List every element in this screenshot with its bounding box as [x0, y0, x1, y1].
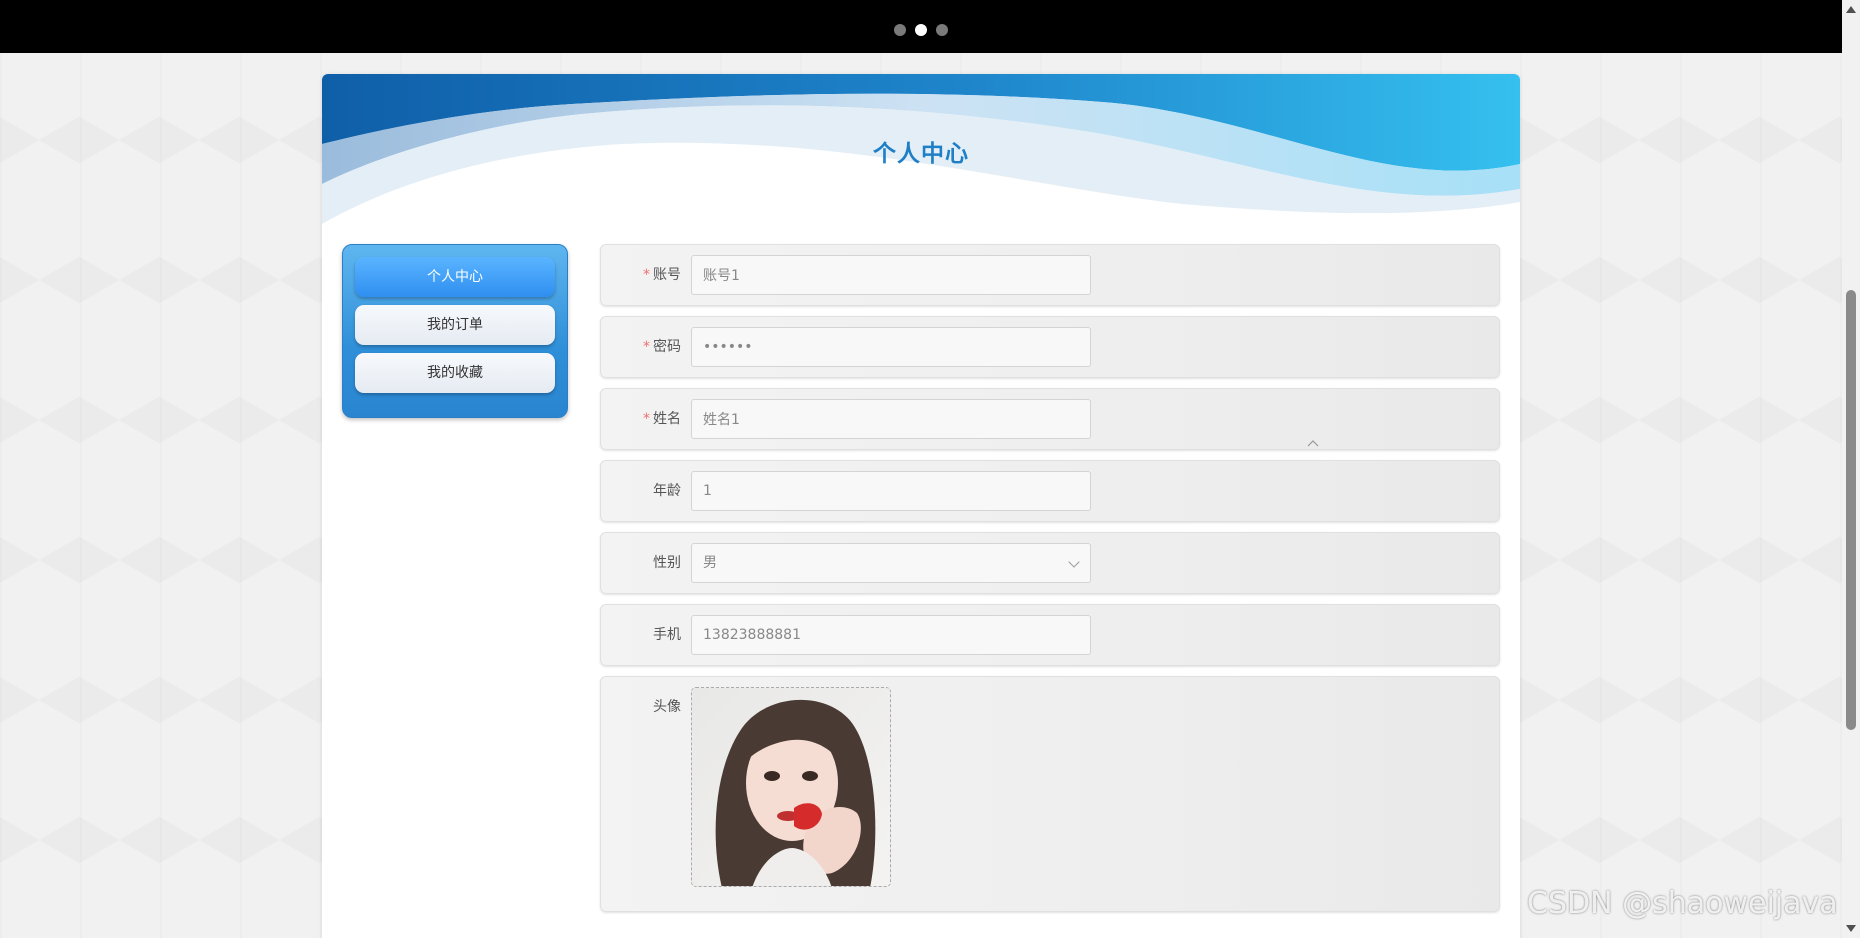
password-input[interactable]	[691, 327, 1091, 367]
gender-select-value: 男	[703, 555, 717, 571]
gender-select[interactable]: 男	[691, 543, 1091, 583]
name-input[interactable]	[691, 399, 1091, 439]
side-menu: 个人中心 我的订单 我的收藏	[342, 244, 568, 418]
required-mark: *	[643, 411, 650, 427]
carousel-dot-3[interactable]	[936, 24, 948, 36]
name-label: * 姓名	[643, 411, 681, 427]
password-label: * 密码	[643, 339, 681, 355]
carousel-dot-1[interactable]	[894, 24, 906, 36]
page-scrollbar[interactable]	[1842, 0, 1860, 938]
avatar-upload[interactable]	[691, 687, 891, 887]
page-title: 个人中心	[873, 141, 969, 167]
scrollbar-thumb[interactable]	[1846, 290, 1856, 730]
watermark-text: CSDN @shaoweijava	[1527, 886, 1838, 921]
required-mark: *	[643, 339, 650, 355]
scroll-up-arrow-icon[interactable]	[1846, 6, 1856, 13]
chevron-down-icon	[1068, 556, 1080, 568]
profile-form: *账号 *密码 *姓名 年龄 性别 男 手机 头像	[600, 244, 1500, 922]
form-row-phone: 手机	[600, 604, 1500, 666]
menu-item-profile[interactable]: 个人中心	[355, 257, 555, 297]
carousel-dot-2[interactable]	[915, 24, 927, 36]
account-label: * 账号	[643, 267, 681, 283]
avatar-label: 头像	[653, 699, 681, 715]
menu-item-orders[interactable]: 我的订单	[355, 305, 555, 345]
age-input[interactable]	[691, 471, 1091, 511]
form-row-age: 年龄	[600, 460, 1500, 522]
form-row-password: * 密码	[600, 316, 1500, 378]
cursor-icon	[1307, 440, 1319, 447]
avatar-photo-icon	[692, 688, 890, 886]
carousel-indicators	[894, 24, 948, 36]
form-row-gender: 性别 男	[600, 532, 1500, 594]
menu-item-favorites[interactable]: 我的收藏	[355, 353, 555, 393]
required-mark: *	[643, 267, 650, 283]
gender-label: 性别	[653, 555, 681, 571]
scroll-down-arrow-icon[interactable]	[1846, 925, 1856, 932]
phone-input[interactable]	[691, 615, 1091, 655]
profile-card: 个人中心 个人中心 我的订单 我的收藏 *账号 *密码 *姓名 年龄 性别 男	[322, 74, 1520, 938]
form-row-avatar: 头像	[600, 676, 1500, 912]
form-row-account: * 账号	[600, 244, 1500, 306]
form-row-name: * 姓名	[600, 388, 1500, 450]
age-label: 年龄	[653, 483, 681, 499]
phone-label: 手机	[653, 627, 681, 643]
account-input[interactable]	[691, 255, 1091, 295]
carousel-banner	[0, 0, 1842, 53]
